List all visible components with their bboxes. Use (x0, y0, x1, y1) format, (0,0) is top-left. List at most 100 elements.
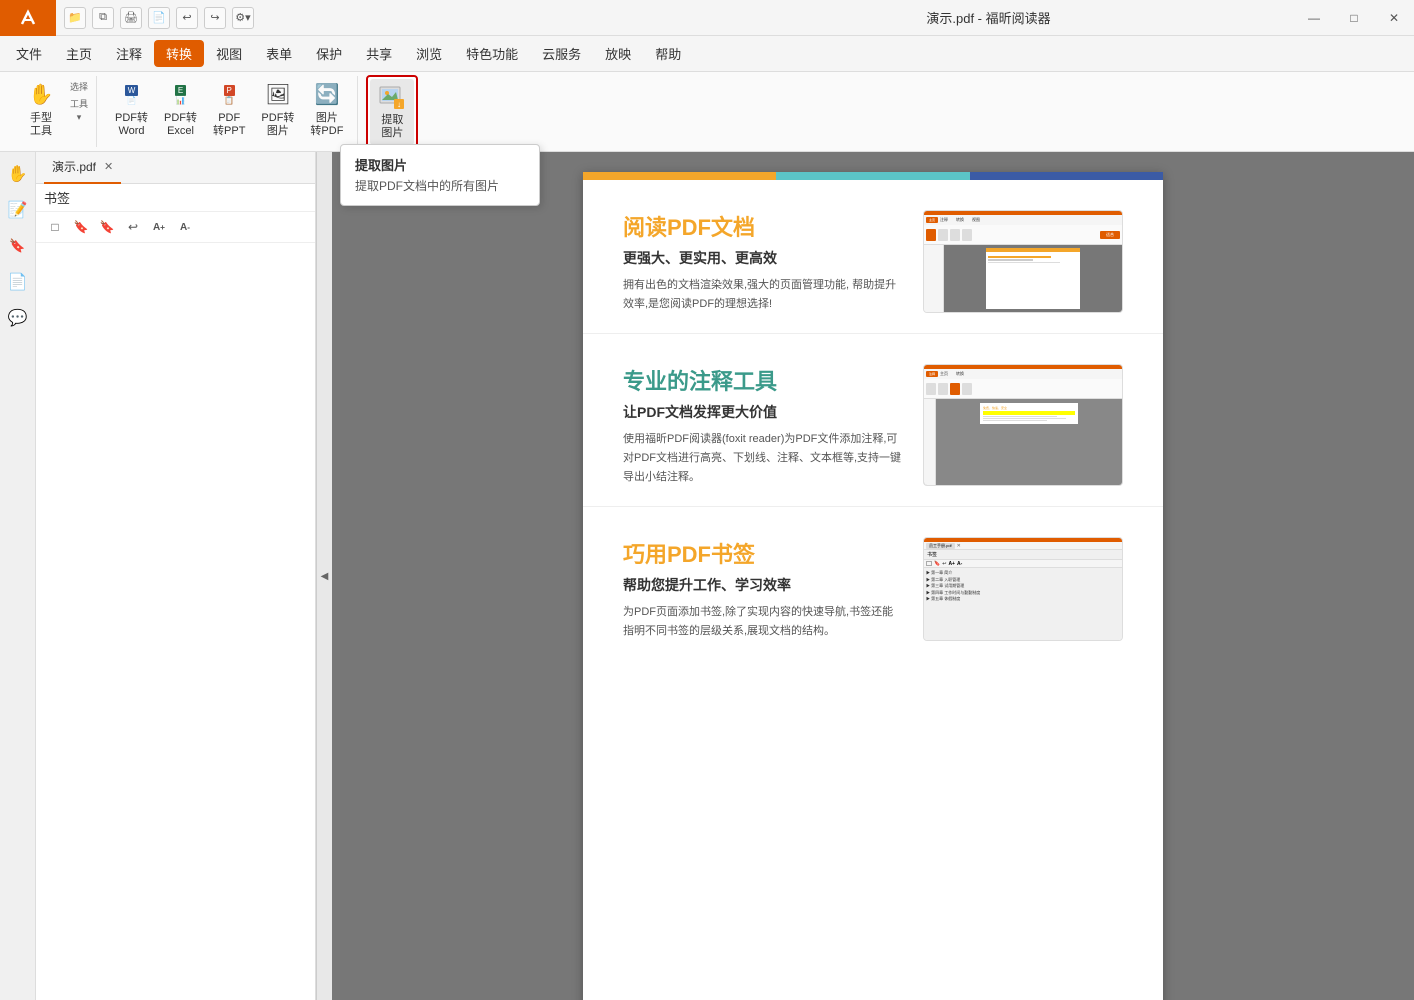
pdf-to-word-btn[interactable]: W 📄 PDF转Word (109, 76, 154, 142)
pdf-section-read-img: 主页 注释 转换 视图 适合 (923, 210, 1123, 313)
tooltip: 提取图片 提取PDF文档中的所有图片 (340, 144, 540, 206)
menu-view[interactable]: 视图 (204, 40, 254, 67)
mini-menubar: 主页 注释 转换 视图 (924, 215, 1122, 225)
mini-page (986, 248, 1081, 309)
window-title: 演示.pdf - 福昕阅读器 (683, 8, 1294, 27)
pdf-ppt-label: PDF转PPT (213, 112, 245, 138)
header-seg-blue (970, 172, 1163, 180)
sidebar-page-btn[interactable]: 📄 (4, 268, 32, 296)
panel-tab-close[interactable]: ✕ (104, 160, 113, 173)
ribbon-group-tools: ✋ 手型工具 选择 工具 ▾ (8, 76, 97, 147)
mini-ribbon: 适合 (924, 225, 1122, 245)
hand-tool-label: 手型工具 (30, 112, 52, 138)
menu-convert[interactable]: 转换 (154, 40, 204, 67)
panel-tb-bk1[interactable]: 🔖 (70, 216, 92, 238)
folder-btn[interactable]: 📁 (64, 7, 86, 29)
pdf-section-annotate-img: 注释 主页 转换 (923, 364, 1123, 486)
print-btn[interactable]: 🖨 (120, 7, 142, 29)
panel-tb-checkbox[interactable]: □ (44, 216, 66, 238)
panel-header: 书签 (36, 184, 315, 212)
panel-tb-bk2[interactable]: 🔖 (96, 216, 118, 238)
pdf-section-annotate-title: 专业的注释工具 (623, 364, 903, 396)
maximize-btn[interactable]: □ (1334, 0, 1374, 36)
pdf-section-annotate-text: 专业的注释工具 让PDF文档发挥更大价值 使用福昕PDF阅读器(foxit re… (623, 364, 903, 486)
panel-tb-font-up[interactable]: A+ (148, 216, 170, 238)
mini2-line2 (983, 418, 1066, 419)
extract-img-btn[interactable]: ↓ 提取图片 (370, 79, 414, 145)
pdf-section-bookmark-text: 巧用PDF书签 帮助您提升工作、学习效率 为PDF页面添加书签,除了实现内容的快… (623, 537, 903, 640)
sidebar-comment-btn[interactable]: 💬 (4, 304, 32, 332)
close-btn[interactable]: ✕ (1374, 0, 1414, 36)
menu-help[interactable]: 帮助 (643, 40, 693, 67)
panel-tb-font-down[interactable]: A- (174, 216, 196, 238)
mini2-menubar: 注释 主页 转换 (924, 369, 1122, 379)
pdf-section-annotate-body: 使用福昕PDF阅读器(foxit reader)为PDF文件添加注释,可对PDF… (623, 430, 903, 486)
undo-btn[interactable]: ↩ (176, 7, 198, 29)
pdf-section-bookmark-body: 为PDF页面添加书签,除了实现内容的快速导航,书签还能指明不同书签的层级关系,展… (623, 603, 903, 640)
pdf-word-label: PDF转Word (115, 112, 148, 138)
mini3-tb4: A+ (948, 561, 955, 567)
sidebar-hand-btn[interactable]: ✋ (4, 160, 32, 188)
mini-active-tab: 主页 (926, 217, 938, 223)
hand-tool-btn[interactable]: ✋ 手型工具 (16, 76, 66, 142)
main-layout: ✋ 📝 🔖 📄 💬 演示.pdf ✕ 书签 □ 🔖 🔖 ↩ A+ A- (0, 152, 1414, 1000)
pdf-section-bookmark: 巧用PDF书签 帮助您提升工作、学习效率 为PDF页面添加书签,除了实现内容的快… (583, 507, 1163, 660)
pdf-excel-icon: E 📊 (165, 80, 197, 110)
panel-tb-back[interactable]: ↩ (122, 216, 144, 238)
hand-icon: ✋ (25, 80, 57, 110)
mini-line1 (988, 256, 1051, 258)
pdf-preview: 阅读PDF文档 更强大、更实用、更高效 拥有出色的文档渲染效果,强大的页面管理功… (583, 172, 1163, 1000)
more-btn[interactable]: ⚙▾ (232, 7, 254, 29)
mini2-page: 免费、快速、安全 (980, 403, 1078, 424)
panel-tab-doc[interactable]: 演示.pdf ✕ (44, 152, 121, 184)
menu-annotate[interactable]: 注释 (104, 40, 154, 67)
img-pdf-icon: 🔄 (311, 80, 343, 110)
menu-home[interactable]: 主页 (54, 40, 104, 67)
mini2-ribbon (924, 379, 1122, 399)
menu-share[interactable]: 共享 (354, 40, 404, 67)
panel-tab: 演示.pdf ✕ (36, 152, 315, 184)
mini-docarea (944, 245, 1122, 312)
ribbon-group-tools-btns: ✋ 手型工具 选择 工具 ▾ (16, 76, 88, 147)
copy-btn[interactable]: ⧉ (92, 7, 114, 29)
mini2-sidebar (924, 399, 936, 485)
menu-protect[interactable]: 保护 (304, 40, 354, 67)
mini2-docarea: 免费、快速、安全 (924, 399, 1122, 485)
pdf-to-img-btn[interactable]: 🖼 PDF转图片 (255, 76, 300, 142)
pdf-to-ppt-btn[interactable]: P 📋 PDF转PPT (207, 76, 251, 142)
panel-content (36, 243, 315, 1000)
pdf-to-excel-btn[interactable]: E 📊 PDF转Excel (158, 76, 203, 142)
menu-form[interactable]: 表单 (254, 40, 304, 67)
pdf-section-annotate: 专业的注释工具 让PDF文档发挥更大价值 使用福昕PDF阅读器(foxit re… (583, 334, 1163, 507)
menu-file[interactable]: 文件 (4, 40, 54, 67)
document-area: 阅读PDF文档 更强大、更实用、更高效 拥有出色的文档渲染效果,强大的页面管理功… (332, 152, 1414, 1000)
mini-menu-item2: 转换 (956, 217, 970, 223)
mini2-item1: 主页 (940, 371, 954, 377)
menu-cloud[interactable]: 云服务 (530, 40, 593, 67)
mini2-line1 (983, 416, 1057, 417)
menu-present[interactable]: 放映 (593, 40, 643, 67)
mini-content (924, 245, 1122, 312)
mini2-active-tab: 注释 (926, 371, 938, 377)
window-buttons: — □ ✕ (1294, 0, 1414, 36)
mini3-tb3: ↩ (942, 561, 946, 567)
menu-browse[interactable]: 浏览 (404, 40, 454, 67)
collapse-handle[interactable]: ◀ (316, 152, 332, 1000)
panel-section-label: 书签 (44, 188, 70, 207)
tooltip-title: 提取图片 (355, 155, 525, 174)
pdf-section-read-title: 阅读PDF文档 (623, 210, 903, 242)
minimize-btn[interactable]: — (1294, 0, 1334, 36)
redo-btn[interactable]: ↪ (204, 7, 226, 29)
sidebar-bookmark-btn[interactable]: 🔖 (4, 232, 32, 260)
ribbon: ✋ 手型工具 选择 工具 ▾ W 📄 PDF转Word E (0, 72, 1414, 152)
panel: 演示.pdf ✕ 书签 □ 🔖 🔖 ↩ A+ A- (36, 152, 316, 1000)
new-btn[interactable]: 📄 (148, 7, 170, 29)
menu-special[interactable]: 特色功能 (454, 40, 530, 67)
sidebar-edit-btn[interactable]: 📝 (4, 196, 32, 224)
pdf-section-read-body: 拥有出色的文档渲染效果,强大的页面管理功能, 帮助提升效率,是您阅读PDF的理想… (623, 276, 903, 313)
mini3-tb5: A- (957, 561, 962, 567)
menubar: 文件 主页 注释 转换 视图 表单 保护 共享 浏览 特色功能 云服务 放映 帮… (0, 36, 1414, 72)
mini3-bk-list: ▶ 第一章 简介 ▶ 第二章 入职管理 ▶ 第三章 试用期管理 ▶ 第四章 工作… (924, 568, 1122, 639)
img-pdf-label: 图片转PDF (310, 112, 343, 138)
img-to-pdf-btn[interactable]: 🔄 图片转PDF (304, 76, 349, 142)
